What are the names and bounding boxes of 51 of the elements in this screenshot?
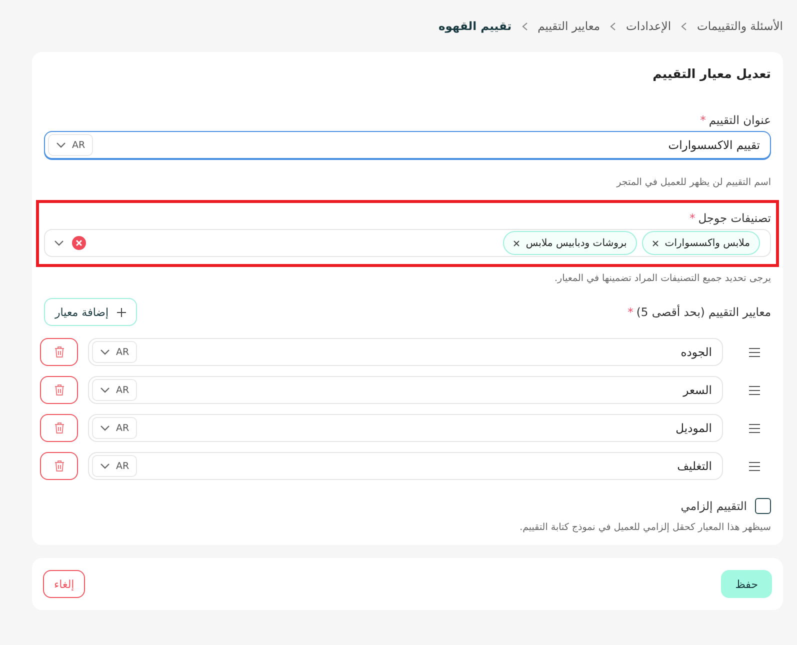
required-mark: * (689, 211, 696, 225)
drag-handle-icon[interactable] (748, 424, 760, 432)
add-criterion-button[interactable]: إضافة معيار (44, 298, 137, 326)
chevron-down-icon (100, 425, 110, 431)
form-title: تعديل معيار التقييم (652, 66, 771, 81)
required-mark: * (700, 113, 706, 127)
chevron-down-icon (56, 142, 66, 148)
breadcrumb-link[interactable]: الأسئلة والتقييمات (697, 19, 783, 33)
plus-icon (116, 308, 126, 316)
delete-button[interactable] (40, 376, 78, 404)
field-label: عنوان التقييم (708, 113, 771, 127)
field-label: معايير التقييم (بحد أقصى 5) (636, 305, 771, 319)
field-label: تصنيفات جوجل (698, 211, 771, 225)
trash-icon (54, 346, 64, 358)
chevron-left-icon (681, 22, 688, 30)
checkbox[interactable] (755, 498, 771, 514)
breadcrumb-link[interactable]: الإعدادات (626, 19, 672, 33)
language-select[interactable]: AR (92, 341, 138, 363)
chevron-down-icon (100, 349, 110, 355)
save-button[interactable]: حفظ (721, 570, 772, 598)
close-icon[interactable] (652, 240, 659, 246)
category-chip[interactable]: بروشات ودبابيس ملابس (502, 231, 637, 255)
language-select[interactable]: AR (92, 417, 138, 439)
checkbox-label: التقييم إلزامي (680, 499, 747, 513)
clear-icon[interactable] (72, 236, 86, 250)
language-select[interactable]: AR (92, 455, 138, 477)
language-select[interactable]: AR (92, 379, 138, 401)
trash-icon (54, 460, 64, 472)
help-text: اسم التقييم لن يظهر للعميل في المتجر (615, 177, 771, 188)
help-text: يرجى تحديد جميع التصنيفات المراد تضمينها في المعيار. (554, 273, 771, 284)
chevron-left-icon (610, 22, 616, 30)
category-chip[interactable]: ملابس واكسسوارات (642, 231, 760, 255)
chevron-down-icon (54, 240, 64, 246)
drag-handle-icon[interactable] (748, 386, 760, 394)
trash-icon (54, 384, 64, 396)
language-select[interactable]: AR (48, 134, 94, 156)
breadcrumb-link[interactable]: معايير التقييم (538, 19, 600, 33)
drag-handle-icon[interactable] (748, 462, 760, 470)
help-text: سيظهر هذا المعيار كحقل إلزامي للعميل في نموذج كتابة التقييم. (518, 522, 771, 533)
close-icon[interactable] (512, 240, 520, 246)
chevron-down-icon (100, 387, 110, 393)
chevron-left-icon (522, 22, 528, 30)
required-mark: * (628, 305, 634, 319)
delete-button[interactable] (40, 414, 78, 442)
trash-icon (54, 422, 64, 434)
drag-handle-icon[interactable] (748, 348, 760, 356)
delete-button[interactable] (40, 338, 78, 366)
chevron-down-icon (100, 463, 110, 469)
categories-select[interactable]: ملابس واكسسوارات بروشات ودبابيس ملابس (44, 229, 771, 257)
delete-button[interactable] (40, 452, 78, 480)
breadcrumb-link[interactable]: تقييم القهوه (438, 19, 512, 33)
